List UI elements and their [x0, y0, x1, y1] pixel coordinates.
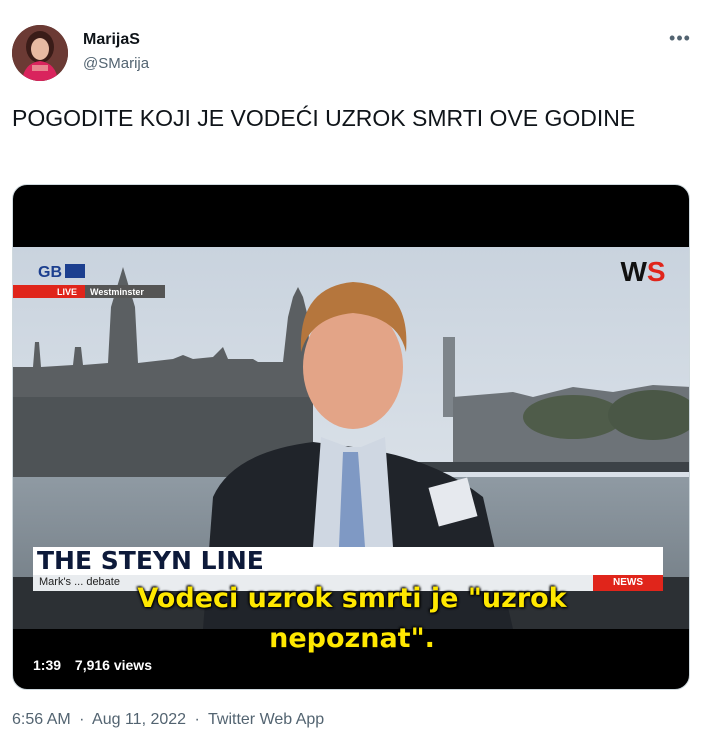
svg-text:GB: GB: [38, 264, 62, 281]
show-title: THE STEYN LINE: [37, 546, 264, 575]
video-meta: 1:39 7,916 views: [33, 657, 152, 673]
more-options-icon[interactable]: •••: [666, 26, 694, 50]
video-views: 7,916 views: [74, 657, 152, 673]
video-player[interactable]: GB WS LIVE Westminster THE STEYN LINE Ma…: [12, 184, 690, 690]
tweet-text: POGODITE KOJI JE VODEĆI UZROK SMRTI OVE …: [12, 105, 636, 131]
video-frame: GB WS LIVE Westminster THE STEYN LINE Ma…: [13, 247, 689, 629]
avatar[interactable]: [12, 25, 68, 81]
live-label: LIVE: [57, 287, 78, 297]
tweet-time[interactable]: 6:56 AM: [12, 711, 71, 728]
location-label: Westminster: [90, 287, 144, 297]
tweet-footer: 6:56 AM · Aug 11, 2022 · Twitter Web App: [12, 711, 324, 729]
author-handle[interactable]: @SMarija: [83, 55, 149, 72]
subtitle-line-1: Vodeci uzrok smrti je "uzrok: [137, 583, 567, 614]
subtitle-line-2: nepoznat".: [269, 623, 435, 654]
tweet-date[interactable]: Aug 11, 2022: [92, 711, 186, 728]
separator: ·: [79, 711, 85, 728]
avatar-image: [12, 25, 68, 81]
tweet-source[interactable]: Twitter Web App: [208, 711, 324, 728]
video-duration: 1:39: [33, 657, 62, 673]
svg-text:WS: WS: [620, 256, 665, 287]
author-name[interactable]: MarijaS: [83, 31, 140, 49]
separator: ·: [194, 711, 200, 728]
